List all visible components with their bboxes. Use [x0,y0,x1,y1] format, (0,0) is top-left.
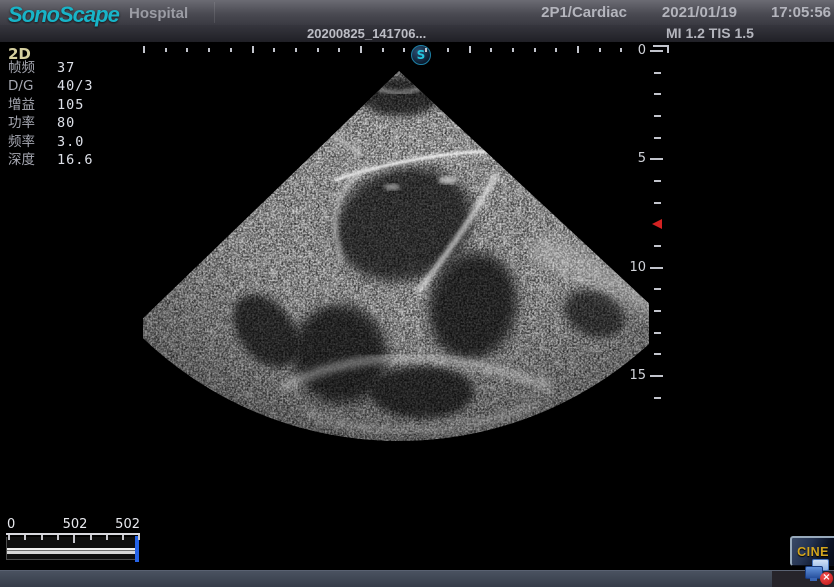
ruler-tick [230,48,232,52]
ruler-tick [654,137,661,139]
parameter-label: D/G [8,77,57,95]
error-x-badge: × [820,572,833,585]
ruler-tick [490,48,492,52]
parameter-value: 16.6 [57,152,94,168]
depth-label: 15 [618,368,646,383]
graybar-label: 0 [7,517,15,532]
ruler-tick [654,288,661,290]
parameter-row: 频率3.0 [8,132,128,150]
graybar-label: 502 [60,517,90,532]
parameter-list: 帧频37D/G40/3增益105功率80频率3.0深度16.6 [8,58,128,168]
parameter-row: 深度16.6 [8,150,128,168]
ruler-tick [403,48,405,52]
graybar-tick [138,535,140,540]
parameter-row: D/G40/3 [8,76,128,94]
graybar-tick [90,535,92,540]
depth-label: 5 [618,151,646,166]
network-error-icon[interactable]: × [805,559,834,586]
ruler-tick [654,115,661,117]
ruler-tick [577,46,579,53]
graybar-tick [122,535,124,540]
ruler-tick [317,48,319,52]
graybar-tick [41,535,43,540]
parameter-value: 105 [57,97,84,113]
ultrasound-screen: SonoScape Hospital 2P1/Cardiac 2021/01/1… [0,0,834,587]
ruler-tick [654,180,661,182]
parameter-row: 帧频37 [8,58,128,76]
ruler-tick [338,48,340,52]
ruler-tick [273,48,275,52]
parameter-value: 3.0 [57,134,84,150]
parameter-value: 80 [57,115,75,131]
ruler-tick [654,93,661,95]
parameter-value: 40/3 [57,78,94,94]
graybar-tick [57,535,59,540]
ruler-tick [447,48,449,52]
ruler-tick [208,48,210,52]
graybar-tick [73,535,75,543]
ruler-tick [654,202,661,204]
ruler-tick [650,267,663,269]
ruler-tick [654,332,661,334]
parameter-label: 功率 [8,114,57,132]
image-corner-bracket [653,45,669,53]
ruler-tick [512,48,514,52]
ruler-tick [360,46,362,53]
focus-marker-icon[interactable] [652,219,662,229]
ruler-tick [252,46,254,53]
depth-label: 10 [618,260,646,275]
graybar-tick [8,535,10,540]
taskbar [0,570,834,587]
ruler-tick [186,48,188,52]
ruler-tick [534,48,536,52]
parameter-value: 37 [57,60,75,76]
monitor-stand-icon [810,578,817,581]
ruler-tick [469,46,471,53]
graybar-label: 502 [110,517,140,532]
ruler-tick [599,48,601,52]
ruler-tick [382,48,384,52]
ruler-tick [654,310,661,312]
ruler-tick [143,46,145,53]
parameter-label: 频率 [8,133,57,151]
ruler-tick [425,48,427,52]
probe-orientation-marker: S [411,45,431,65]
graybar-gradient-band [7,548,138,554]
ruler-tick [165,48,167,52]
graybar-tick [24,535,26,540]
ruler-tick [295,48,297,52]
parameter-row: 增益105 [8,95,128,113]
ruler-tick [650,375,663,377]
parameter-label: 帧频 [8,59,57,77]
ruler-tick [654,397,661,399]
parameter-row: 功率80 [8,113,128,131]
ruler-tick [654,353,661,355]
ruler-tick [555,48,557,52]
depth-label: 0 [618,43,646,58]
ruler-tick [650,158,663,160]
ruler-tick [654,245,661,247]
parameter-label: 增益 [8,96,57,114]
ruler-tick [654,72,661,74]
graybar-tick [106,535,108,540]
parameter-label: 深度 [8,151,57,169]
